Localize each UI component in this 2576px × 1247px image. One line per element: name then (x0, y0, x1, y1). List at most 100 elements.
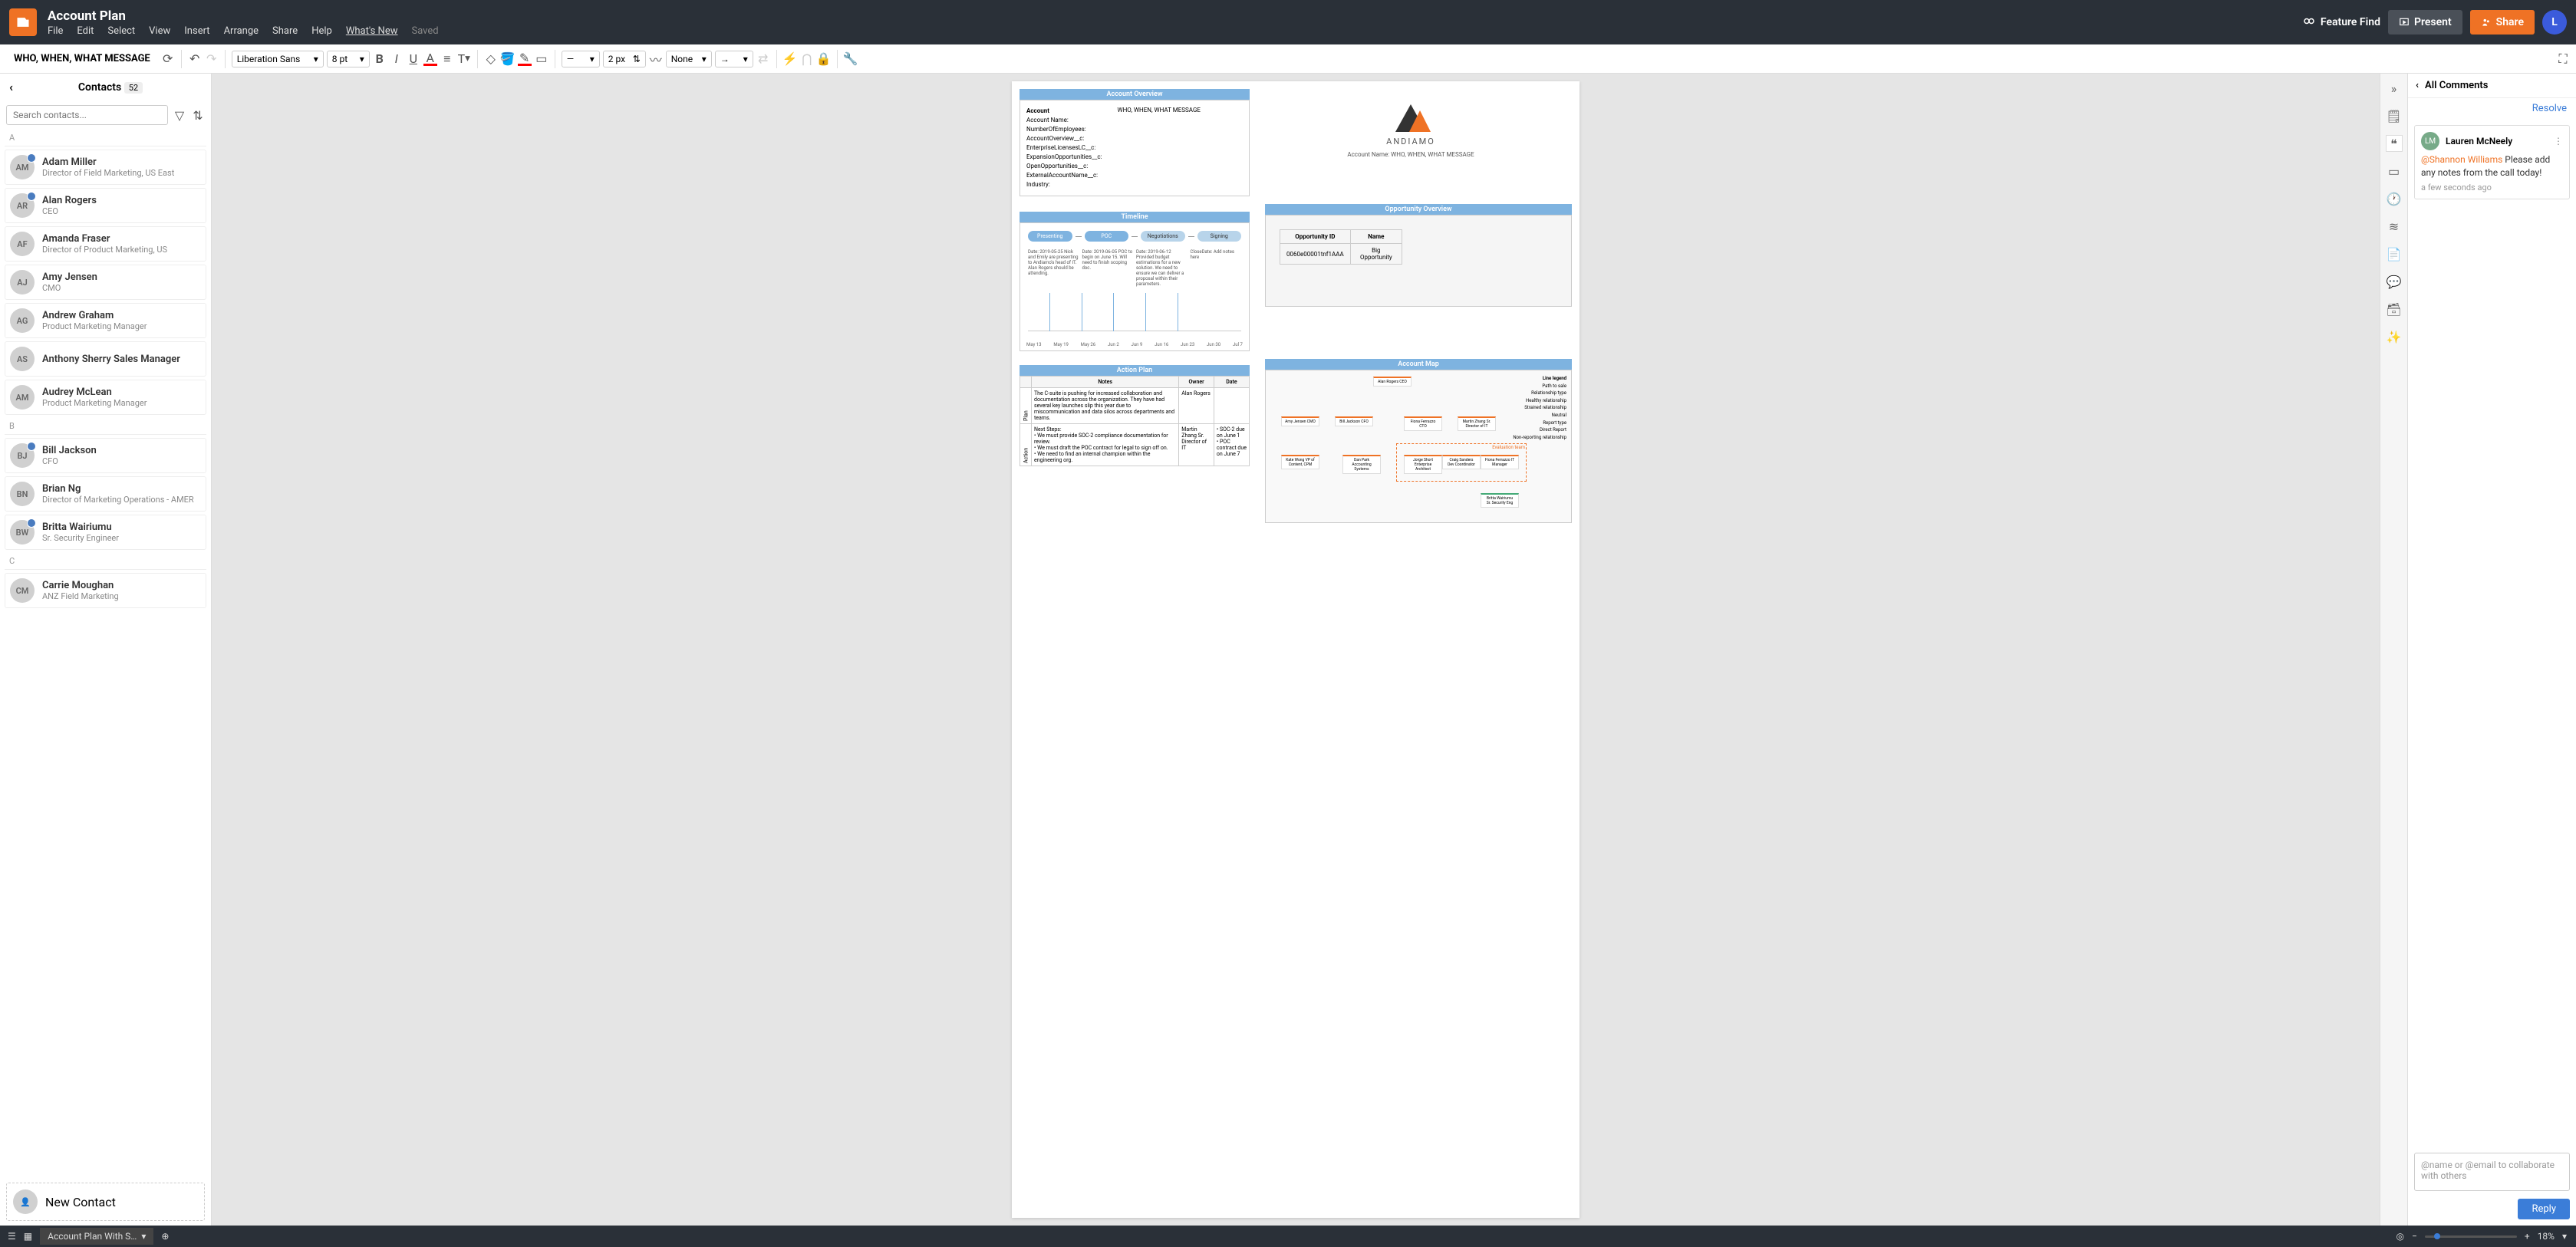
swap-icon[interactable]: ⇄ (756, 52, 770, 66)
feature-find-button[interactable]: Feature Find (2302, 15, 2380, 29)
undo-icon[interactable]: ↶ (188, 52, 202, 66)
menu-whats-new[interactable]: What's New (346, 25, 398, 37)
comment-menu-icon[interactable]: ⋮ (2554, 136, 2563, 146)
history-icon[interactable]: 🕐 (2386, 190, 2403, 207)
line-curve-icon[interactable]: 〰 (649, 52, 663, 66)
comments-back-icon[interactable]: ‹ (2416, 80, 2419, 91)
page-icon-rail[interactable]: 📄 (2386, 245, 2403, 262)
menu-arrange[interactable]: Arrange (224, 25, 259, 37)
contact-item[interactable]: AFAmanda FraserDirector of Product Marke… (5, 226, 206, 262)
menu-edit[interactable]: Edit (77, 25, 94, 37)
underline-icon[interactable]: U (407, 52, 420, 66)
comments-panel: ‹ All Comments Resolve LM Lauren McNeely… (2407, 74, 2576, 1226)
lock-icon[interactable]: 🔒 (817, 52, 831, 66)
resolve-button[interactable]: Resolve (2408, 98, 2576, 119)
right-rail: » 🗒 ❝ ▭ 🕐 ≋ 📄 💬 🗃 ✨ (2380, 74, 2407, 1226)
arrow-start-select[interactable]: None▾ (666, 51, 712, 67)
text-size-icon[interactable]: T▾ (457, 52, 471, 66)
data-icon[interactable]: 🗃 (2386, 301, 2403, 318)
shape-style-icon[interactable]: ▭ (535, 52, 548, 66)
filter-icon[interactable]: ▽ (173, 108, 186, 122)
fullscreen-icon[interactable]: ⛶ (2556, 52, 2570, 66)
user-avatar[interactable]: L (2542, 10, 2567, 35)
arrow-end-select[interactable]: →▾ (715, 51, 753, 67)
bold-icon[interactable]: B (373, 52, 387, 66)
comment-mention[interactable]: @Shannon Williams (2421, 154, 2502, 165)
redo-icon[interactable]: ↷ (205, 52, 219, 66)
ai-icon[interactable]: ✨ (2386, 328, 2403, 345)
comment-card[interactable]: LM Lauren McNeely ⋮ @Shannon Williams Pl… (2414, 125, 2570, 199)
sheet-tab[interactable]: Account Plan With S… ▾ (40, 1228, 153, 1245)
contact-avatar: AR (10, 193, 35, 218)
contact-item[interactable]: ASAnthony Sherry Sales Manager (5, 341, 206, 377)
contact-avatar: AS (10, 347, 35, 371)
flash-icon[interactable]: ⚡ (783, 52, 797, 66)
reply-input[interactable] (2414, 1153, 2570, 1191)
list-view-icon[interactable]: ☰ (8, 1231, 16, 1242)
zoom-value[interactable]: 18% (2538, 1231, 2555, 1242)
wrench-icon[interactable]: 🔧 (844, 52, 858, 66)
contact-item[interactable]: AMAudrey McLeanProduct Marketing Manager (5, 380, 206, 415)
zoom-in-icon[interactable]: + (2525, 1231, 2530, 1242)
share-button[interactable]: Share (2470, 10, 2535, 35)
contact-role: Product Marketing Manager (42, 398, 201, 408)
contact-avatar: AM (10, 155, 35, 179)
canvas-area[interactable]: Account Overview AccountAccount Name:Num… (212, 74, 2380, 1226)
menu-share[interactable]: Share (272, 25, 298, 37)
font-select[interactable]: Liberation Sans▾ (232, 51, 324, 67)
add-sheet-icon[interactable]: ⊕ (161, 1231, 169, 1242)
back-icon[interactable]: ‹ (9, 80, 13, 94)
expand-rail-icon[interactable]: » (2386, 80, 2403, 97)
new-contact-button[interactable]: 👤 New Contact (6, 1183, 205, 1221)
zoom-fit-icon[interactable]: ◎ (2396, 1231, 2404, 1242)
sync-icon[interactable]: ⟳ (161, 52, 175, 66)
menu-select[interactable]: Select (107, 25, 135, 37)
layers-icon[interactable]: ≋ (2386, 218, 2403, 235)
reply-button[interactable]: Reply (2518, 1199, 2570, 1219)
notes-icon[interactable]: 🗒 (2386, 107, 2403, 124)
contact-item[interactable]: AJAmy JensenCMO (5, 265, 206, 300)
contact-name: Amanda Fraser (42, 233, 201, 245)
border-color-icon[interactable]: ✎ (518, 52, 532, 66)
present-button[interactable]: Present (2388, 10, 2462, 35)
font-size-select[interactable]: 8 pt▾ (327, 51, 370, 67)
save-status: Saved (411, 25, 438, 37)
document-page[interactable]: Account Overview AccountAccount Name:Num… (1012, 81, 1580, 1218)
menu-insert[interactable]: Insert (184, 25, 209, 37)
contact-name: Adam Miller (42, 156, 201, 168)
contact-item[interactable]: BJBill JacksonCFO (5, 438, 206, 473)
stroke-width-select[interactable]: 2 px⇅ (603, 51, 646, 67)
contact-name: Andrew Graham (42, 310, 201, 321)
comment-rail-icon[interactable]: ❝ (2386, 135, 2403, 152)
grid-view-icon[interactable]: ▦ (24, 1231, 32, 1242)
search-input[interactable] (6, 105, 168, 125)
contact-item[interactable]: BNBrian NgDirector of Marketing Operatio… (5, 476, 206, 512)
timeline-stage: POC (1085, 231, 1129, 242)
contact-item[interactable]: ARAlan RogersCEO (5, 188, 206, 223)
zoom-slider[interactable] (2425, 1235, 2517, 1238)
zoom-out-icon[interactable]: − (2412, 1231, 2417, 1242)
menu-help[interactable]: Help (311, 25, 332, 37)
contact-item[interactable]: BWBritta WairiumuSr. Security Engineer (5, 515, 206, 550)
document-title[interactable]: Account Plan (48, 8, 2302, 24)
app-logo[interactable] (9, 8, 37, 36)
italic-icon[interactable]: I (390, 52, 404, 66)
contact-item[interactable]: CMCarrie MoughanANZ Field Marketing (5, 573, 206, 608)
menu-file[interactable]: File (48, 25, 63, 37)
contact-item[interactable]: AMAdam MillerDirector of Field Marketing… (5, 150, 206, 185)
shape-fill-icon[interactable]: ◇ (484, 52, 498, 66)
chat-icon[interactable]: 💬 (2386, 273, 2403, 290)
text-color-icon[interactable]: A (423, 52, 437, 66)
present-rail-icon[interactable]: ▭ (2386, 163, 2403, 179)
contact-item[interactable]: AGAndrew GrahamProduct Marketing Manager (5, 303, 206, 338)
menu-view[interactable]: View (149, 25, 170, 37)
account-overview-header: Account Overview (1020, 89, 1250, 100)
align-icon[interactable]: ≡ (440, 52, 454, 66)
contact-role: Sr. Security Engineer (42, 533, 201, 543)
magnet-icon[interactable]: ⋂ (800, 52, 814, 66)
fill-icon[interactable]: 🪣 (501, 52, 515, 66)
sort-icon[interactable]: ⇅ (191, 108, 205, 122)
timeline-stage: Signing (1197, 231, 1242, 242)
zoom-dropdown-icon[interactable]: ▾ (2562, 1231, 2567, 1242)
line-style-select[interactable]: —▾ (562, 51, 600, 67)
